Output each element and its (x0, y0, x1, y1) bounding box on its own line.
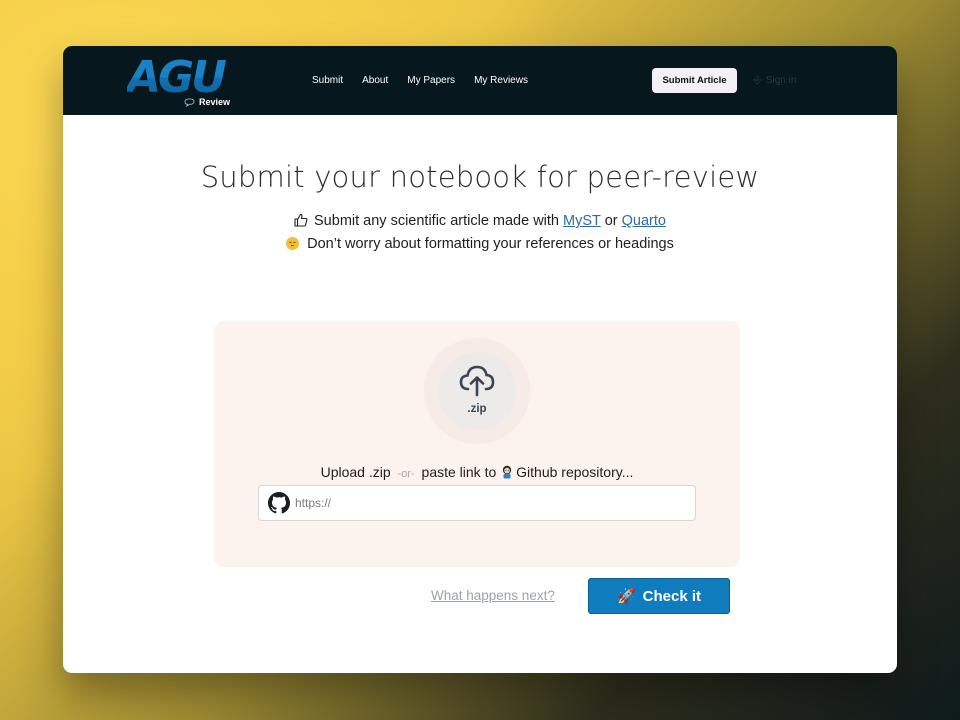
intro-line-1-text: Submit any scientific article made with (314, 213, 560, 229)
quarto-link[interactable]: Quarto (622, 213, 666, 229)
agu-logo[interactable]: AGU Review (127, 52, 237, 110)
upload-or-text: -or- (397, 468, 415, 480)
intro-line-2: Don’t worry about formatting your refere… (63, 236, 897, 252)
upload-instructions: Upload .zip -or- paste link to Github re… (214, 464, 740, 480)
nav-links: Submit About My Papers My Reviews (312, 75, 547, 86)
github-icon (268, 492, 290, 514)
sign-in-label: Sign in (765, 75, 797, 86)
navbar: AGU Review Submit About My Papers My Rev… (63, 46, 897, 115)
intro-line-1: Submit any scientific article made with … (63, 212, 897, 229)
app-window: AGU Review Submit About My Papers My Rev… (63, 46, 897, 673)
what-happens-next-link[interactable]: What happens next? (431, 588, 555, 603)
sign-in-link[interactable]: ⎆ Sign in (753, 74, 796, 87)
logo-text: AGU (127, 52, 226, 96)
check-it-label: Check it (642, 587, 702, 605)
repo-url-input[interactable] (295, 494, 685, 512)
nav-link-about[interactable]: About (362, 75, 388, 86)
cloud-upload-icon (459, 365, 495, 397)
upload-dropzone[interactable]: .zip Upload .zip -or- paste link to Gith… (214, 321, 740, 567)
zip-label: .zip (467, 403, 487, 415)
intro-or-text: or (604, 213, 618, 229)
rocket-icon: 🚀 (616, 588, 636, 605)
intro-line-2-text: Don’t worry about formatting your refere… (307, 236, 674, 252)
upload-text-paste: paste link to (421, 464, 497, 480)
relieved-face-icon (286, 237, 300, 250)
upload-zip-button[interactable]: .zip (424, 338, 530, 444)
main-content: Submit your notebook for peer-review Sub… (63, 115, 897, 673)
logo-subtitle: Review (184, 97, 230, 107)
nav-link-submit[interactable]: Submit (312, 75, 343, 86)
page-title: Submit your notebook for peer-review (200, 160, 760, 194)
chat-bubble-icon (184, 97, 195, 107)
octocat-icon (500, 465, 514, 479)
check-it-button[interactable]: 🚀 Check it (588, 578, 730, 614)
sign-in-icon: ⎆ (753, 74, 762, 86)
nav-link-my-reviews[interactable]: My Reviews (474, 75, 528, 86)
myst-link[interactable]: MyST (563, 213, 601, 229)
upload-text-prefix: Upload .zip (320, 464, 391, 480)
submit-article-button[interactable]: Submit Article (652, 68, 737, 93)
nav-link-my-papers[interactable]: My Papers (407, 75, 455, 86)
repo-url-field[interactable] (258, 485, 696, 521)
logo-subtitle-text: Review (199, 97, 231, 107)
upload-text-suffix: Github repository... (516, 464, 634, 480)
agu-logo-mark: AGU (127, 52, 229, 96)
thumbs-up-icon (294, 212, 308, 228)
